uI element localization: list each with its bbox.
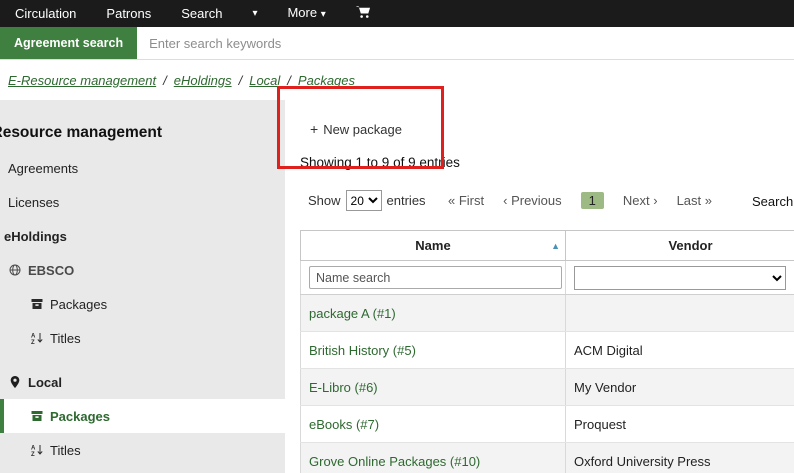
sidebar-item-label: Titles <box>50 331 81 346</box>
pagination-previous[interactable]: ‹ Previous <box>503 193 562 208</box>
page-size-control: Show 20 entries <box>308 190 426 211</box>
table-row: British History (#5) ACM Digital <box>301 332 794 369</box>
sidebar-item-label: EBSCO <box>28 263 74 278</box>
koha-eholdings-page: Circulation Patrons Search ▾ More ▾ Agre… <box>0 0 794 473</box>
entries-label: entries <box>387 193 426 208</box>
table-header-row: Name ▲ Vendor <box>301 231 794 261</box>
table-filter-row <box>301 261 794 295</box>
sidebar-item-label: Packages <box>50 297 107 312</box>
name-filter-input[interactable] <box>309 266 562 289</box>
vendor-value: ACM Digital <box>566 332 794 369</box>
column-header-name[interactable]: Name ▲ <box>301 231 566 261</box>
sort-alpha-icon: AZ <box>30 332 43 344</box>
sidebar-item-local[interactable]: Local <box>0 365 285 399</box>
new-package-label: New package <box>323 122 402 137</box>
showing-entries-text: Showing 1 to 9 of 9 entries <box>300 155 460 170</box>
plus-icon: + <box>310 121 318 137</box>
package-name-link[interactable]: eBooks (#7) <box>301 406 566 443</box>
pagination: « First ‹ Previous 1 Next › Last » <box>448 192 712 209</box>
table-controls: Show 20 entries « First ‹ Previous 1 Nex… <box>300 190 794 214</box>
packages-table-wrap: Name ▲ Vendor <box>300 230 794 473</box>
breadcrumb-local[interactable]: Local <box>249 73 280 88</box>
search-dropdown-caret[interactable]: ▾ <box>237 0 272 27</box>
sidebar-item-label: eHoldings <box>4 229 67 244</box>
sidebar-item-local-titles[interactable]: AZ Titles <box>0 433 285 467</box>
vendor-filter-select[interactable] <box>574 266 786 290</box>
nav-search[interactable]: Search <box>166 0 237 27</box>
breadcrumb: E-Resource management / eHoldings / Loca… <box>0 60 794 100</box>
sidebar-item-label: Agreements <box>8 161 78 176</box>
shopping-cart-icon <box>356 5 371 22</box>
vendor-value: Oxford University Press <box>566 443 794 473</box>
sidebar-item-ebsco-titles[interactable]: AZ Titles <box>0 321 285 355</box>
nav-more-label: More <box>287 5 317 20</box>
cart-button[interactable] <box>341 5 386 22</box>
svg-text:A: A <box>31 334 36 340</box>
breadcrumb-packages[interactable]: Packages <box>298 73 355 88</box>
sidebar-item-ebsco-packages[interactable]: Packages <box>0 287 285 321</box>
breadcrumb-eholdings[interactable]: eHoldings <box>174 73 232 88</box>
pagination-last[interactable]: Last » <box>677 193 712 208</box>
nav-circulation[interactable]: Circulation <box>0 0 91 27</box>
package-name-link[interactable]: Grove Online Packages (#10) <box>301 443 566 473</box>
sidebar-item-agreements[interactable]: Agreements <box>0 151 285 185</box>
sidebar-heading: E-Resource management <box>0 124 285 142</box>
packages-table: Name ▲ Vendor <box>300 230 794 473</box>
sidebar: E-Resource management Agreements License… <box>0 100 285 473</box>
map-pin-icon <box>8 376 21 388</box>
package-name-link[interactable]: British History (#5) <box>301 332 566 369</box>
svg-text:Z: Z <box>31 452 35 456</box>
table-row: Grove Online Packages (#10) Oxford Unive… <box>301 443 794 473</box>
table-search-label: Search: <box>752 194 794 209</box>
sidebar-item-label: Packages <box>50 409 110 424</box>
table-row: package A (#1) <box>301 295 794 332</box>
table-row: eBooks (#7) Proquest <box>301 406 794 443</box>
column-header-vendor[interactable]: Vendor <box>566 231 794 261</box>
search-bar: Agreement search <box>0 27 794 60</box>
svg-text:A: A <box>31 446 36 452</box>
table-row: E-Libro (#6) My Vendor <box>301 369 794 406</box>
vendor-value: My Vendor <box>566 369 794 406</box>
vendor-filter-cell <box>566 261 794 295</box>
sidebar-item-licenses[interactable]: Licenses <box>0 185 285 219</box>
column-header-label: Vendor <box>668 238 712 253</box>
pagination-first[interactable]: « First <box>448 193 484 208</box>
archive-icon <box>30 410 43 422</box>
globe-icon <box>8 264 21 276</box>
sort-alpha-icon: AZ <box>30 444 43 456</box>
svg-text:Z: Z <box>31 340 35 344</box>
sidebar-item-eholdings[interactable]: eHoldings <box>0 219 285 253</box>
page-size-select[interactable]: 20 <box>346 190 382 211</box>
breadcrumb-separator: / <box>163 73 167 88</box>
sidebar-item-label: Local <box>28 375 62 390</box>
breadcrumb-separator: / <box>287 73 291 88</box>
sort-asc-icon: ▲ <box>551 241 560 251</box>
breadcrumb-eresource-management[interactable]: E-Resource management <box>8 73 156 88</box>
table-search-control: Search: <box>752 190 794 212</box>
agreement-search-tab[interactable]: Agreement search <box>0 27 137 59</box>
pagination-current-page[interactable]: 1 <box>581 192 604 209</box>
sidebar-item-ebsco[interactable]: EBSCO <box>0 253 285 287</box>
name-filter-cell <box>301 261 566 295</box>
archive-icon <box>30 298 43 310</box>
package-name-link[interactable]: E-Libro (#6) <box>301 369 566 406</box>
column-header-label: Name <box>415 238 450 253</box>
vendor-value <box>566 295 794 332</box>
vendor-value: Proquest <box>566 406 794 443</box>
sidebar-item-local-packages[interactable]: Packages <box>0 399 285 433</box>
show-label: Show <box>308 193 341 208</box>
breadcrumb-separator: / <box>239 73 243 88</box>
pagination-next[interactable]: Next › <box>623 193 658 208</box>
nav-more[interactable]: More ▾ <box>272 0 340 28</box>
chevron-down-icon: ▾ <box>321 9 326 20</box>
search-input[interactable] <box>137 27 794 59</box>
nav-patrons[interactable]: Patrons <box>91 0 166 27</box>
package-name-link[interactable]: package A (#1) <box>301 295 566 332</box>
sidebar-item-label: Titles <box>50 443 81 458</box>
new-package-button[interactable]: + New package <box>310 121 402 137</box>
sidebar-item-label: Licenses <box>8 195 59 210</box>
top-navbar: Circulation Patrons Search ▾ More ▾ <box>0 0 794 27</box>
main-content: + New package Showing 1 to 9 of 9 entries… <box>285 100 794 473</box>
